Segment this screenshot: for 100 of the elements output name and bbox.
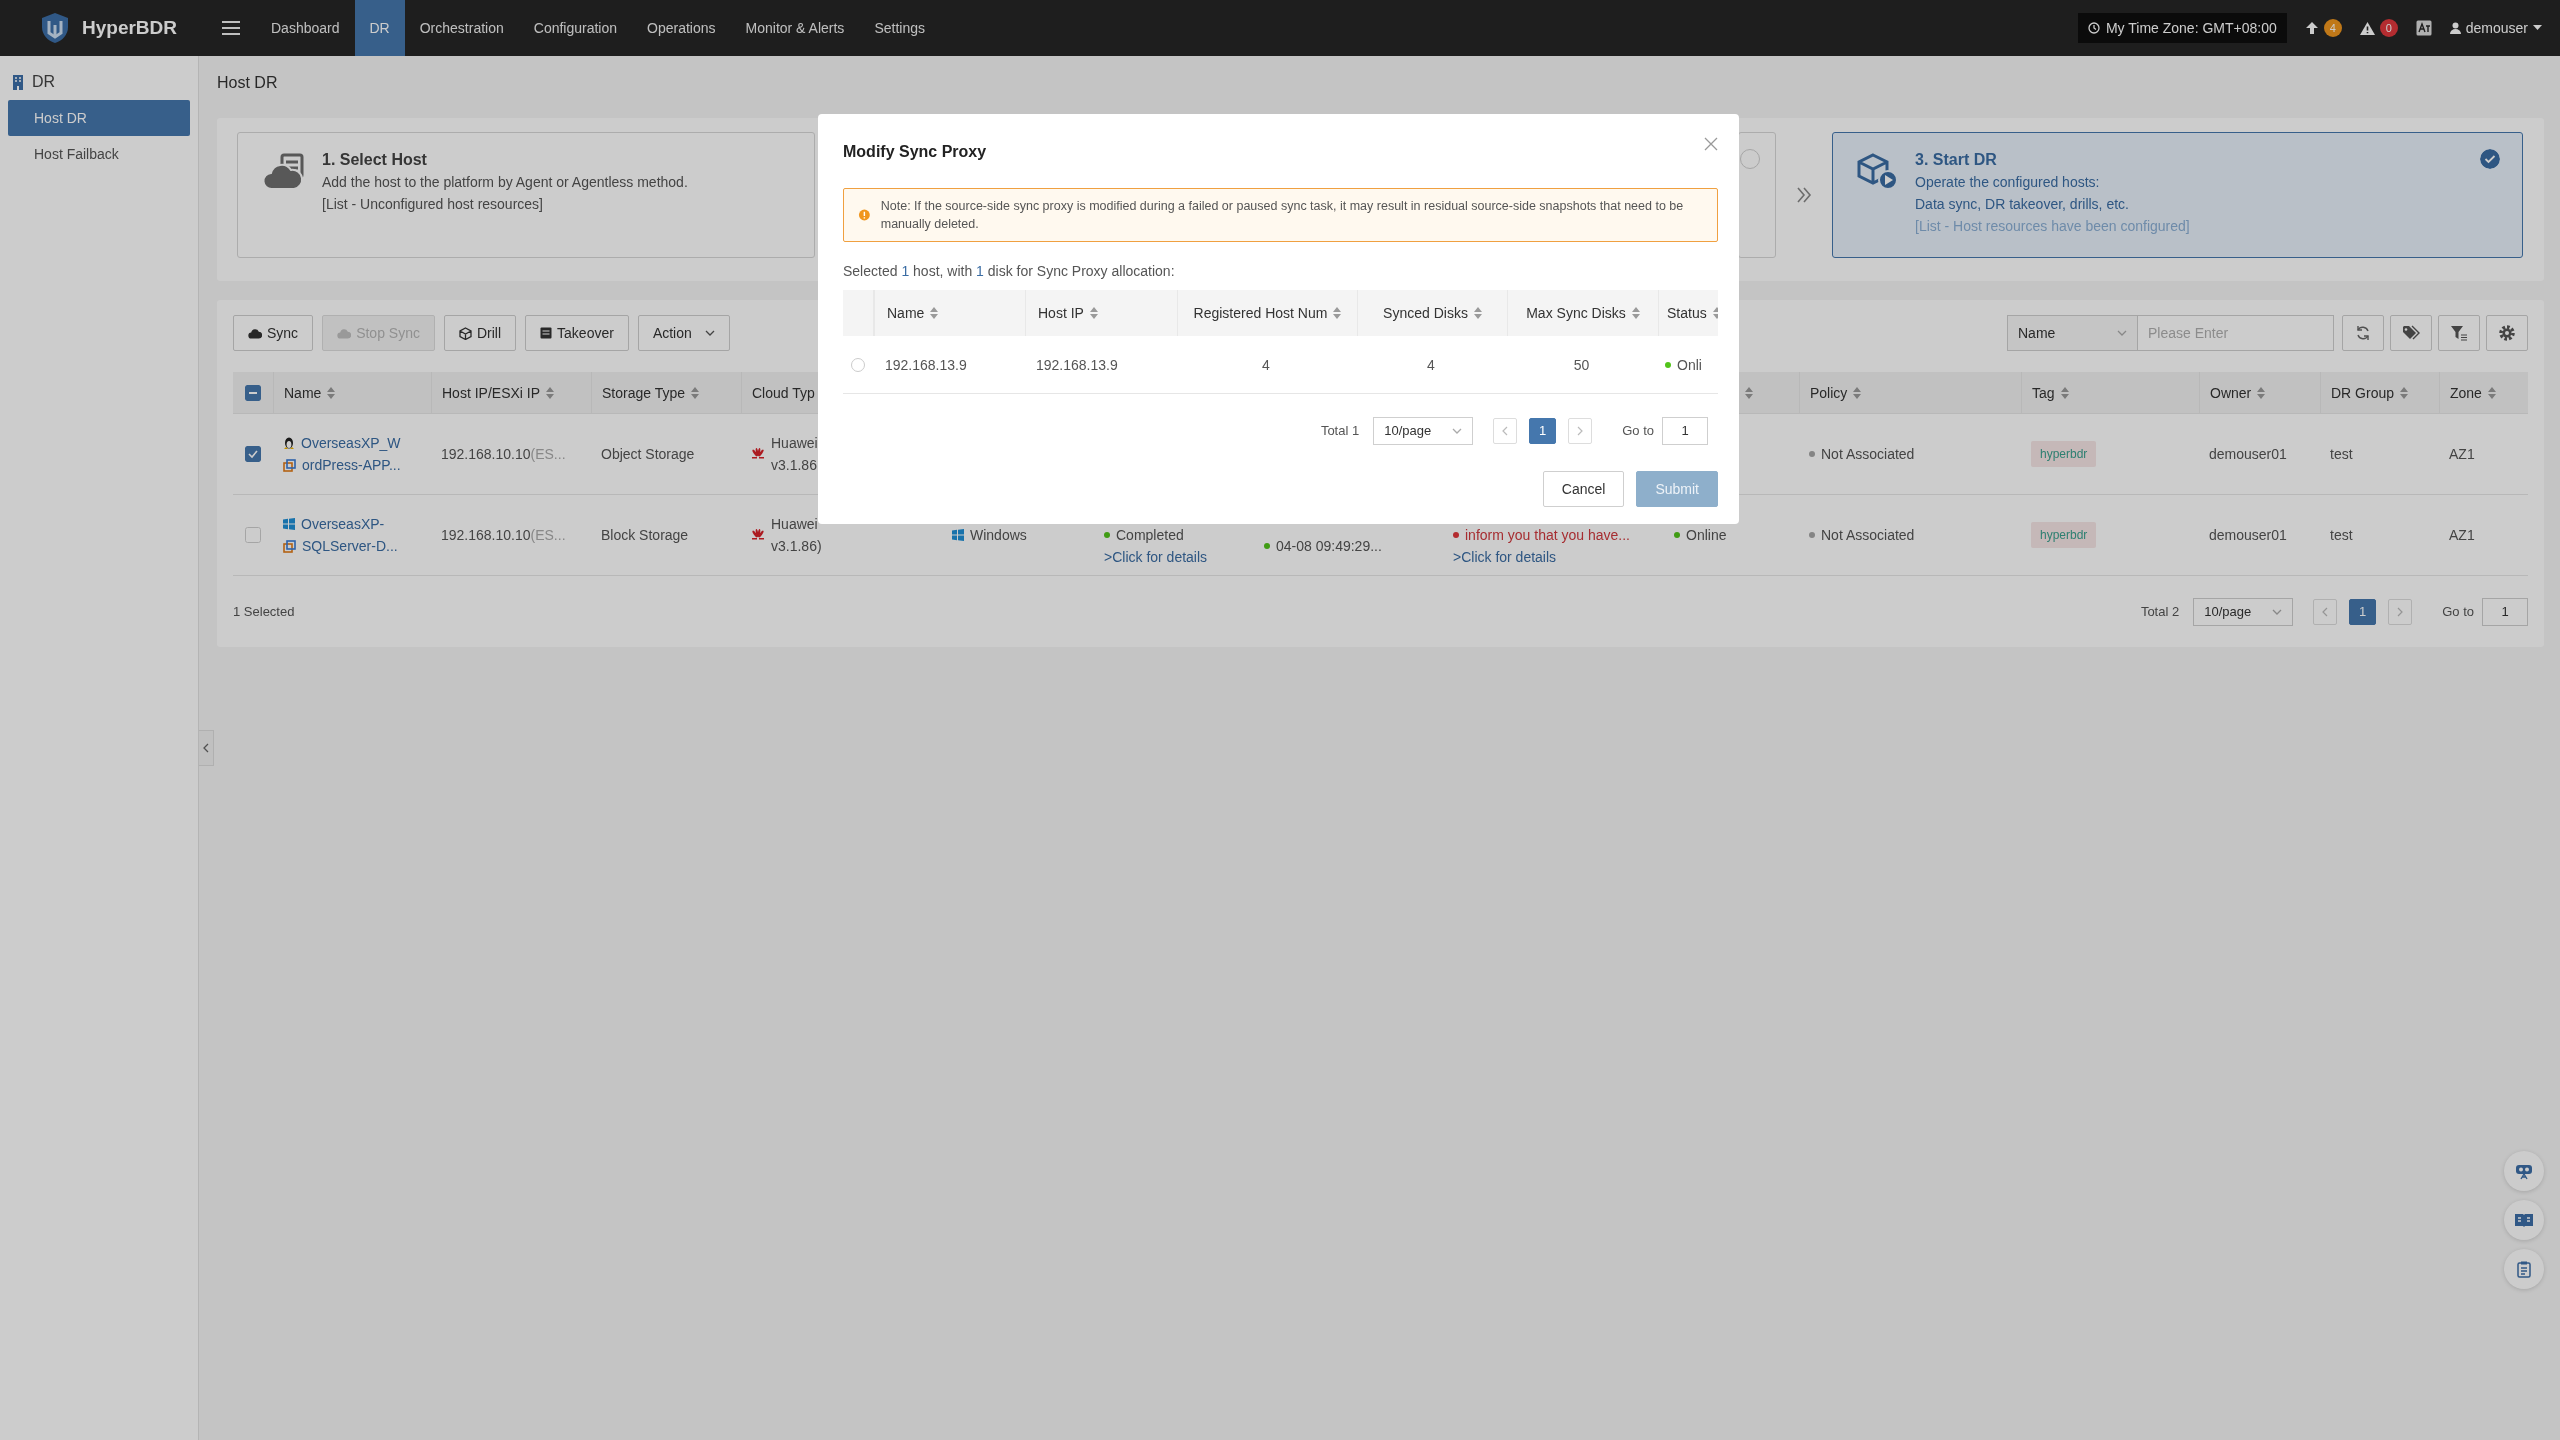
upload-icon[interactable] (2304, 21, 2319, 35)
step-description: [List - Host resources have been configured] (1915, 217, 2190, 236)
sort-icon[interactable] (691, 386, 700, 399)
brand-name: HyperBDR (82, 17, 178, 39)
owner-name: demouser01 (2209, 445, 2287, 464)
sort-icon[interactable] (930, 307, 939, 319)
language-icon[interactable] (2415, 20, 2432, 36)
sort-icon[interactable] (1853, 386, 1862, 399)
caret-icon (2117, 330, 2127, 336)
robot-button[interactable] (2504, 1151, 2544, 1191)
column-header: Status (1667, 305, 1707, 321)
sort-icon[interactable] (546, 386, 555, 399)
window-grid-icon (283, 518, 295, 530)
sort-icon[interactable] (1333, 307, 1342, 319)
sort-icon[interactable] (1712, 307, 1718, 319)
settings-button[interactable] (2486, 315, 2528, 351)
sidebar-item[interactable]: Host DR (8, 100, 190, 136)
chevron-left-icon (203, 743, 209, 753)
toolbar-button[interactable]: Action (637, 315, 730, 351)
nav-tab[interactable]: Dashboard (256, 0, 355, 56)
step-description: Operate the configured hosts: (1915, 173, 2101, 192)
sort-icon[interactable] (2400, 386, 2409, 399)
column-header: Name (284, 384, 322, 401)
page-button[interactable]: 1 (2349, 598, 2377, 625)
robot-icon (2515, 1162, 2533, 1180)
stacked-squares-icon (283, 539, 296, 553)
radio-circle[interactable] (1740, 149, 1760, 169)
sync-status: Completed (1116, 526, 1184, 545)
caret-icon (1452, 427, 1463, 434)
total-count: Total 2 (2140, 604, 2180, 619)
caret-icon (2533, 25, 2542, 31)
page-size-select[interactable]: 10/page (1373, 416, 1474, 445)
host-name-link[interactable]: ordPress-APP... (302, 454, 401, 476)
next-page-button[interactable] (1568, 417, 1593, 444)
toolbar-button[interactable]: Sync (233, 315, 314, 351)
toolbar-button[interactable]: Takeover (525, 315, 629, 351)
host-name-link[interactable]: SQLServer-D... (302, 535, 398, 557)
step-card[interactable] (1738, 132, 1776, 258)
step-description: Add the host to the platform by Agent or Agentless method. (322, 173, 688, 192)
page-size-select[interactable]: 10/page (2193, 597, 2294, 626)
sort-icon[interactable] (1745, 386, 1753, 399)
goto-field[interactable]: 1 (1662, 416, 1708, 445)
sort-icon[interactable] (2487, 386, 2496, 399)
prev-page-button[interactable] (2313, 598, 2338, 625)
clipboard-button[interactable] (2504, 1249, 2544, 1289)
search-field-select[interactable]: Name (2007, 315, 2138, 351)
column-header: Host IP/ESXi IP (442, 384, 541, 401)
penguin-icon (283, 436, 295, 450)
nav-tab[interactable]: Monitor & Alerts (730, 0, 860, 56)
warning-icon[interactable] (2359, 21, 2375, 35)
sort-icon[interactable] (2257, 386, 2266, 399)
refresh-button[interactable] (2342, 315, 2384, 351)
menu-icon[interactable] (222, 21, 240, 35)
nav-tab[interactable]: DR (354, 0, 405, 56)
next-page-button[interactable] (2388, 598, 2413, 625)
column-header: Max Sync Disks (1526, 305, 1626, 321)
step-card[interactable]: 1. Select Host Add the host to the platform by Agent or Agentless method. [List - Unconfigured host resources] (237, 132, 815, 258)
step-card[interactable]: 3. Start DR Operate the configured hosts: Data sync, DR takeover, drills, etc. [List - Host resources have been configured] (1832, 132, 2523, 258)
policy-status: Not Associated (1821, 445, 1915, 464)
checkbox[interactable] (245, 384, 261, 401)
user-menu[interactable]: demouser (2449, 20, 2542, 36)
radio-button[interactable] (851, 357, 865, 372)
checkbox[interactable] (245, 527, 261, 543)
sort-icon[interactable] (2060, 386, 2069, 399)
error-message: inform you that you have... (1465, 526, 1630, 545)
count-badge: 0 (2379, 19, 2398, 37)
page-button[interactable]: 1 (1529, 417, 1557, 444)
sort-icon[interactable] (327, 386, 336, 399)
modal-title: Modify Sync Proxy (843, 142, 987, 161)
column-header: Host IP (1038, 305, 1084, 321)
collapse-button[interactable] (199, 730, 214, 766)
toolbar-button[interactable]: Drill (443, 315, 517, 351)
sort-icon[interactable] (1631, 307, 1640, 319)
chevron-right-icon (1577, 425, 1584, 436)
cancel-button[interactable]: Cancel (1542, 471, 1625, 507)
host-status: Online (1686, 526, 1727, 545)
column-header: Policy (1810, 384, 1848, 401)
tag-button[interactable] (2390, 315, 2432, 351)
prev-page-button[interactable] (1493, 417, 1518, 444)
details-link[interactable]: >Click for details (1453, 546, 1557, 568)
nav-tab[interactable]: Configuration (518, 0, 633, 56)
host-name-link[interactable]: OverseasXP- (301, 513, 385, 535)
storage-type: Object Storage (601, 445, 695, 464)
sort-icon[interactable] (1089, 307, 1098, 319)
goto-field[interactable]: 1 (2482, 597, 2528, 626)
nav-tab[interactable]: Orchestration (404, 0, 519, 56)
filter-icon (2451, 325, 2467, 341)
chevron-right-icon (2397, 606, 2404, 617)
sort-icon[interactable] (1473, 307, 1482, 319)
details-link[interactable]: >Click for details (1104, 546, 1208, 568)
nav-tab[interactable]: Operations (632, 0, 731, 56)
host-name-link[interactable]: OverseasXP_W (301, 432, 401, 454)
close-button[interactable] (1703, 136, 1719, 152)
nav-tab[interactable]: Settings (859, 0, 940, 56)
filter-button[interactable] (2438, 315, 2480, 351)
timezone-button[interactable]: My Time Zone: GMT+08:00 (2077, 13, 2287, 43)
search-field[interactable]: Please Enter (2138, 315, 2334, 351)
book-button[interactable] (2504, 1200, 2544, 1240)
sidebar-item[interactable]: Host Failback (8, 136, 190, 172)
checkbox[interactable] (245, 446, 261, 462)
